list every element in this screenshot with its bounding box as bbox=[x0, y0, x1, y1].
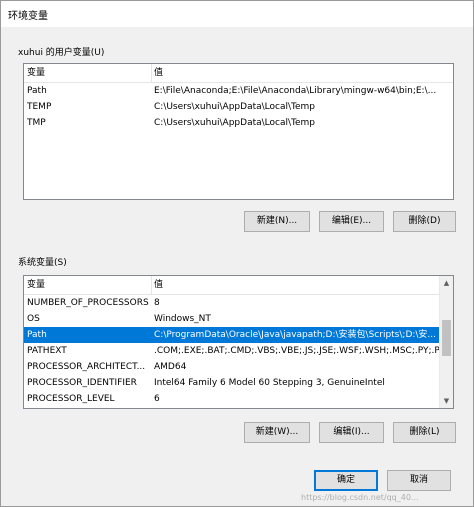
user-vars-list-header: 变量 值 bbox=[24, 64, 453, 83]
environment-variables-dialog: 环境变量 xuhui 的用户变量(U) 变量 值 Path E:\File\Ana… bbox=[0, 0, 474, 507]
table-row[interactable]: NUMBER_OF_PROCESSORS 8 bbox=[24, 295, 439, 311]
variable-value: C:\ProgramData\Oracle\Java\javapath;D:\安… bbox=[154, 330, 437, 340]
scroll-thumb[interactable] bbox=[442, 320, 451, 356]
table-row[interactable]: TEMP C:\Users\xuhui\AppData\Local\Temp bbox=[24, 99, 453, 115]
user-edit-button[interactable]: 编辑(E)... bbox=[319, 211, 384, 232]
variable-value: C:\Users\xuhui\AppData\Local\Temp bbox=[154, 118, 316, 128]
variable-value: AMD64 bbox=[154, 362, 187, 372]
variable-value: E:\File\Anaconda;E:\File\Anaconda\Librar… bbox=[154, 86, 437, 96]
variable-name: PROCESSOR_ARCHITECT... bbox=[27, 362, 146, 372]
variable-name: Path bbox=[27, 330, 47, 340]
user-delete-button[interactable]: 删除(D) bbox=[393, 211, 456, 232]
scroll-up-icon[interactable]: ▲ bbox=[440, 276, 453, 290]
variable-value: 6 bbox=[154, 394, 160, 404]
variable-name: PROCESSOR_LEVEL bbox=[27, 394, 115, 404]
table-row[interactable]: TMP C:\Users\xuhui\AppData\Local\Temp bbox=[24, 115, 453, 131]
system-new-button[interactable]: 新建(W)... bbox=[244, 422, 310, 443]
variable-value: .COM;.EXE;.BAT;.CMD;.VBS;.VBE;.JS;.JSE;.… bbox=[154, 346, 447, 356]
variable-value: Intel64 Family 6 Model 60 Stepping 3, Ge… bbox=[154, 378, 385, 388]
system-delete-button[interactable]: 删除(L) bbox=[393, 422, 456, 443]
system-vars-col-value[interactable]: 值 bbox=[151, 276, 163, 294]
system-vars-group-label: 系统变量(S) bbox=[18, 258, 67, 268]
variable-name: TEMP bbox=[27, 102, 52, 112]
watermark: https://blog.csdn.net/qq_40... bbox=[301, 493, 419, 502]
table-row[interactable]: PROCESSOR_IDENTIFIER Intel64 Family 6 Mod… bbox=[24, 375, 439, 391]
scroll-down-icon[interactable]: ▼ bbox=[440, 394, 453, 408]
cancel-button[interactable]: 取消 bbox=[387, 470, 451, 491]
table-row[interactable]: OS Windows_NT bbox=[24, 311, 439, 327]
variable-name: TMP bbox=[27, 118, 46, 128]
system-vars-list[interactable]: 变量 值 NUMBER_OF_PROCESSORS 8 OS Windows_NT Pa… bbox=[23, 275, 454, 409]
user-vars-group-label: xuhui 的用户变量(U) bbox=[18, 48, 105, 58]
system-edit-button[interactable]: 编辑(I)... bbox=[319, 422, 384, 443]
table-row[interactable]: PATHEXT .COM;.EXE;.BAT;.CMD;.VBS;.VBE;.JS… bbox=[24, 343, 447, 359]
system-vars-list-header: 变量 值 bbox=[24, 276, 453, 295]
variable-name: NUMBER_OF_PROCESSORS bbox=[27, 298, 149, 308]
title-bar[interactable]: 环境变量 bbox=[1, 1, 473, 27]
user-new-button[interactable]: 新建(N)... bbox=[244, 211, 310, 232]
table-row[interactable]: Path E:\File\Anaconda;E:\File\Anaconda\Li… bbox=[24, 83, 453, 99]
variable-name: PROCESSOR_IDENTIFIER bbox=[27, 378, 137, 388]
variable-name: PATHEXT bbox=[27, 346, 67, 356]
system-vars-rows: NUMBER_OF_PROCESSORS 8 OS Windows_NT Path C:\… bbox=[24, 295, 447, 407]
user-vars-col-name[interactable]: 变量 bbox=[24, 64, 45, 82]
variable-name: Path bbox=[27, 86, 47, 96]
variable-value: 8 bbox=[154, 298, 160, 308]
user-vars-list[interactable]: 变量 值 Path E:\File\Anaconda;E:\File\Anacon… bbox=[23, 63, 454, 200]
system-vars-scrollbar[interactable]: ▲ ▼ bbox=[439, 276, 453, 408]
system-vars-col-name[interactable]: 变量 bbox=[24, 276, 45, 294]
window-title: 环境变量 bbox=[8, 11, 48, 22]
user-vars-col-value[interactable]: 值 bbox=[151, 64, 163, 82]
ok-button[interactable]: 确定 bbox=[314, 470, 378, 491]
variable-value: Windows_NT bbox=[154, 314, 211, 324]
user-vars-rows: Path E:\File\Anaconda;E:\File\Anaconda\Li… bbox=[24, 83, 453, 131]
variable-value: C:\Users\xuhui\AppData\Local\Temp bbox=[154, 102, 316, 112]
table-row[interactable]: PROCESSOR_LEVEL 6 bbox=[24, 391, 439, 407]
table-row[interactable]: PROCESSOR_ARCHITECT... AMD64 bbox=[24, 359, 439, 375]
variable-name: OS bbox=[27, 314, 40, 324]
table-row[interactable]: Path C:\ProgramData\Oracle\Java\javapath;… bbox=[24, 327, 439, 343]
